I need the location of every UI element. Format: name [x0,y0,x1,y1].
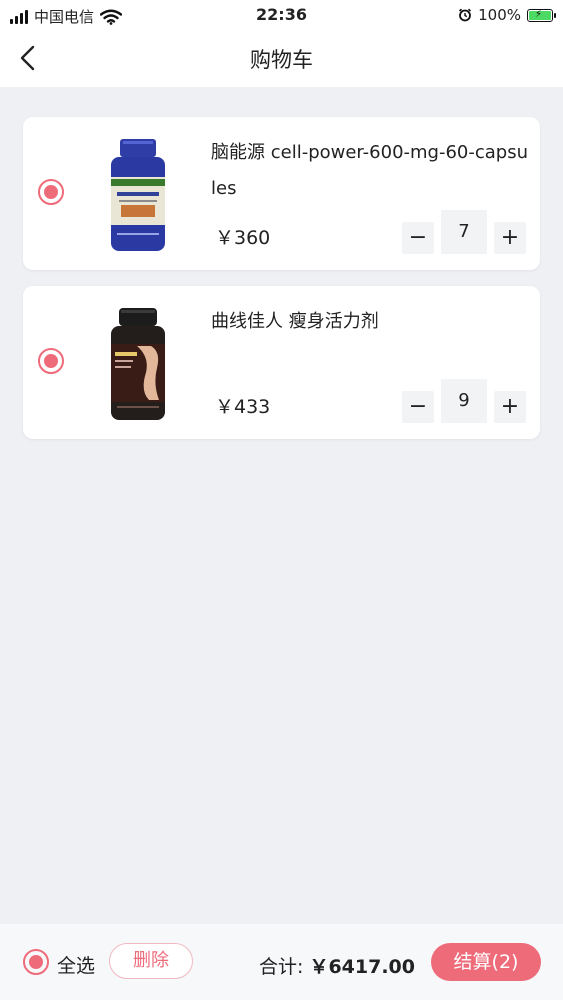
item-select-radio[interactable] [38,179,64,205]
nav-bar: 购物车 [0,30,563,87]
battery-icon: ⚡ [527,8,556,22]
quantity-value[interactable]: 9 [441,379,487,423]
product-price: ￥360 [215,227,271,249]
quantity-stepper: − 7 + [402,210,526,256]
product-name[interactable]: 曲线佳人 瘦身活力剂 [211,304,531,340]
quantity-stepper: − 9 + [402,379,526,425]
page-title: 购物车 [250,48,313,72]
select-all-radio[interactable] [23,949,49,975]
product-price: ￥433 [215,396,271,418]
total-amount: 合计: ￥6417.00 [259,952,415,979]
total-label: 合计: [259,956,304,978]
increase-button[interactable]: + [494,222,526,254]
alarm-icon [459,8,472,22]
select-all-label[interactable]: 全选 [57,951,95,978]
battery-percent: 100% [478,6,521,24]
checkout-button[interactable]: 结算(2) [431,943,541,981]
total-value: ￥6417.00 [309,956,415,978]
checkout-bar: 全选 删除 合计: ￥6417.00 结算(2) [0,924,563,1000]
status-right: 100% ⚡ [458,6,556,24]
delete-button[interactable]: 删除 [109,943,193,979]
product-image[interactable] [107,137,169,253]
item-select-radio[interactable] [38,348,64,374]
quantity-value[interactable]: 7 [441,210,487,254]
cart-item: 脑能源 cell-power-600-mg-60-capsules ￥360 −… [23,117,540,270]
decrease-button[interactable]: − [402,391,434,423]
cart-item: 曲线佳人 瘦身活力剂 ￥433 − 9 + [23,286,540,439]
increase-button[interactable]: + [494,391,526,423]
decrease-button[interactable]: − [402,222,434,254]
status-bar: 中国电信 22:36 100% ⚡ [0,0,563,30]
product-name[interactable]: 脑能源 cell-power-600-mg-60-capsules [211,135,531,207]
product-image[interactable] [107,306,169,422]
